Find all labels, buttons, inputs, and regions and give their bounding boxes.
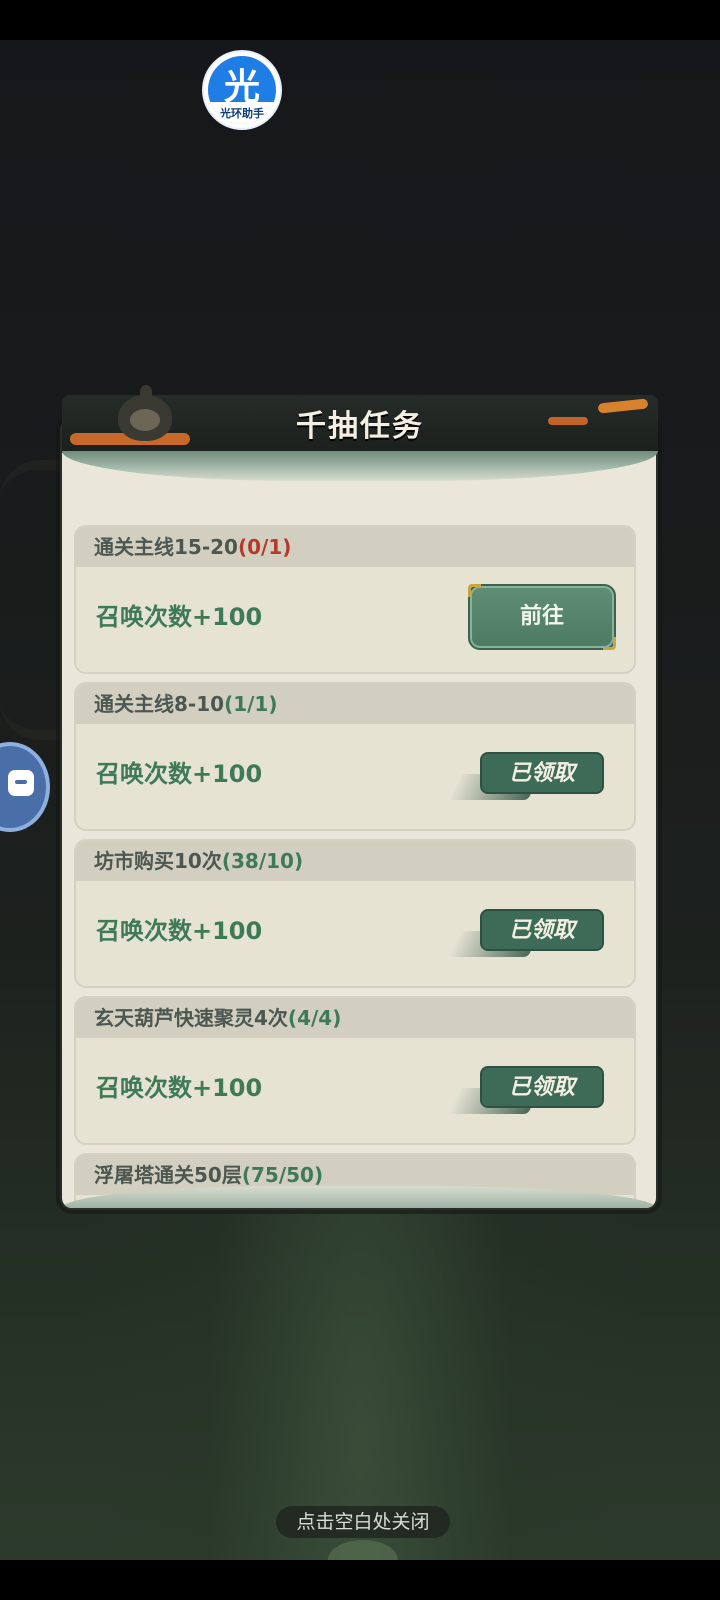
- task-progress: (38/10): [221, 849, 304, 873]
- task-reward: 召唤次数+100: [96, 603, 263, 631]
- task-progress: (4/4): [287, 1006, 342, 1030]
- task-title: 玄天葫芦快速聚灵4次(4/4): [76, 998, 634, 1038]
- task-name: 玄天葫芦快速聚灵4次: [94, 1006, 288, 1030]
- task-name: 通关主线15-20: [94, 535, 238, 559]
- task-name: 坊市购买10次: [94, 849, 222, 873]
- gamepad-icon: [8, 770, 34, 796]
- task-name: 浮屠塔通关50层: [94, 1163, 242, 1187]
- claimed-label: 已领取: [480, 752, 604, 794]
- task-panel: 通关主线15-20(0/1) 召唤次数+100 前往 通关主线8-10(1/1)…: [62, 420, 656, 1208]
- claimed-label: 已领取: [480, 1066, 604, 1108]
- claimed-stamp: 已领取: [447, 752, 604, 812]
- task-reward: 召唤次数+100: [96, 1074, 263, 1102]
- go-button[interactable]: 前往: [468, 584, 616, 650]
- panel-title: 千抽任务: [296, 409, 424, 444]
- badge-icon: 光 光环助手: [208, 56, 276, 124]
- task-reward: 召唤次数+100: [96, 760, 263, 788]
- badge-label: 光环助手: [220, 107, 264, 120]
- claimed-stamp: 已领取: [447, 1066, 604, 1126]
- task-progress: (1/1): [224, 692, 278, 716]
- cloud-ornament: [328, 1540, 398, 1560]
- app-assistant-badge[interactable]: 光 光环助手: [204, 52, 280, 128]
- task-title: 通关主线8-10(1/1): [76, 684, 634, 724]
- claimed-stamp: 已领取: [447, 909, 604, 969]
- task-title: 坊市购买10次(38/10): [76, 841, 634, 881]
- cloud-wave-decoration: [62, 451, 658, 481]
- panel-header: 千抽任务: [52, 365, 668, 485]
- close-hint[interactable]: 点击空白处关闭: [276, 1506, 450, 1538]
- task-progress: (0/1): [237, 535, 292, 559]
- task-reward: 召唤次数+100: [96, 917, 263, 945]
- task-card: 坊市购买10次(38/10) 召唤次数+100 已领取: [74, 839, 636, 988]
- task-progress: (75/50): [241, 1163, 324, 1187]
- game-screen[interactable]: 光 光环助手 通关主线15-20(0/1) 召唤次数+100 前往 通关主线8-…: [0, 40, 720, 1560]
- task-name: 通关主线8-10: [94, 692, 225, 716]
- floating-gamepad-button[interactable]: [0, 742, 50, 832]
- task-card: 通关主线8-10(1/1) 召唤次数+100 已领取: [74, 682, 636, 831]
- task-card: 通关主线15-20(0/1) 召唤次数+100 前往: [74, 525, 636, 674]
- task-card: 玄天葫芦快速聚灵4次(4/4) 召唤次数+100 已领取: [74, 996, 636, 1145]
- task-title: 通关主线15-20(0/1): [76, 527, 634, 567]
- claimed-label: 已领取: [480, 909, 604, 951]
